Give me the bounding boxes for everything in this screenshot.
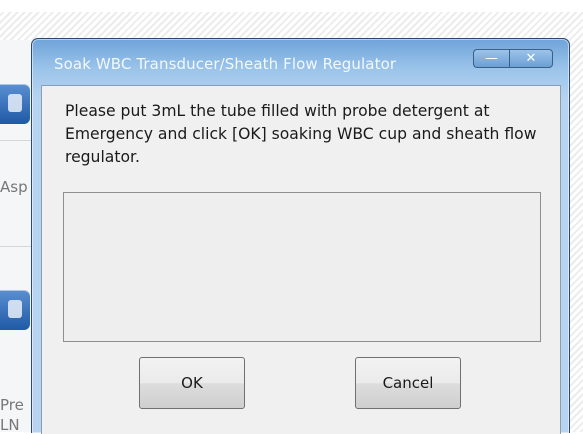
side-separator	[0, 246, 34, 247]
soak-dialog: Soak WBC Transducer/Sheath Flow Regulato…	[31, 38, 570, 434]
lock-icon	[8, 300, 22, 318]
side-lock-button-1[interactable]	[0, 84, 30, 124]
dialog-title: Soak WBC Transducer/Sheath Flow Regulato…	[54, 55, 397, 73]
dialog-body: Please put 3mL the tube filled with prob…	[41, 85, 561, 434]
dialog-titlebar[interactable]: Soak WBC Transducer/Sheath Flow Regulato…	[32, 39, 569, 75]
minimize-button[interactable]: —	[473, 49, 509, 68]
status-text-area	[63, 192, 541, 342]
minimize-icon: —	[485, 51, 498, 66]
side-separator	[0, 140, 34, 141]
close-icon: ✕	[525, 51, 537, 66]
window-controls: — ✕	[473, 49, 553, 68]
ok-button[interactable]: OK	[139, 357, 245, 409]
side-label-asp: Asp	[0, 178, 28, 196]
side-label-pre: Pre	[0, 396, 24, 414]
side-label-ln: LN	[0, 416, 20, 434]
lock-icon	[8, 94, 22, 112]
side-lock-button-2[interactable]	[0, 290, 30, 330]
instruction-message: Please put 3mL the tube filled with prob…	[65, 102, 537, 166]
close-button[interactable]: ✕	[509, 49, 553, 68]
background-top-strip	[0, 0, 583, 12]
cancel-button[interactable]: Cancel	[355, 357, 461, 409]
